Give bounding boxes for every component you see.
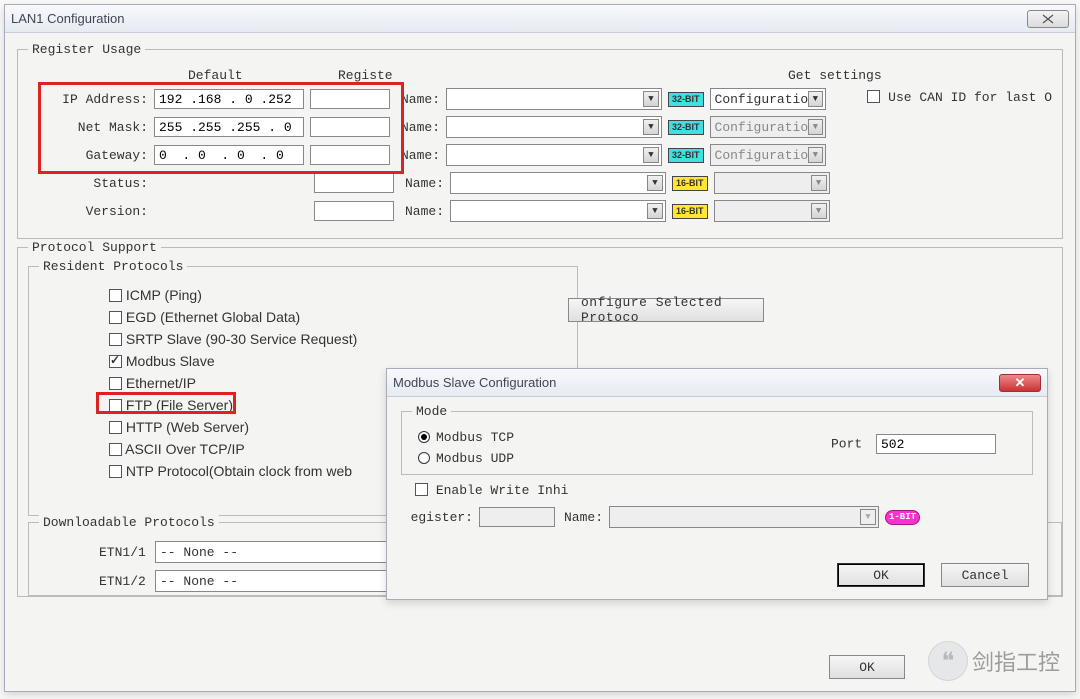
register-usage-legend: Register Usage [28,42,145,57]
mode-legend: Mode [412,404,451,419]
mode-udp-radio[interactable] [418,452,430,464]
mode-tcp-radio[interactable] [418,431,430,443]
register-input [479,507,555,527]
default-input[interactable] [154,89,304,109]
register-input[interactable] [314,201,394,221]
bit-badge: 32-BIT [668,120,704,135]
getsettings-select: Configuratio▼ [710,144,826,166]
port-input[interactable] [876,434,996,454]
reg-label: Net Mask: [28,120,148,135]
register-input[interactable] [314,173,394,193]
protocol-checkbox[interactable] [109,421,122,434]
name-label: Name: [400,176,444,191]
downloadable-protocols-legend: Downloadable Protocols [39,515,219,530]
col-getsettings: Get settings [788,68,882,83]
protocol-label: ASCII Over TCP/IP [125,441,245,457]
chevron-down-icon: ▼ [643,91,659,107]
etn2-label: ETN1/2 [99,574,149,589]
chevron-down-icon: ▼ [808,147,822,163]
protocol-support-legend: Protocol Support [28,240,161,255]
reg-label: Version: [28,204,148,219]
name-label: Name: [396,120,440,135]
protocol-checkbox[interactable] [109,465,122,478]
chevron-down-icon: ▼ [811,175,827,191]
main-close-button[interactable] [1027,10,1069,28]
name-label: Name: [396,92,440,107]
col-register: Registe [338,68,393,83]
name-select[interactable]: ▼ [446,116,662,138]
protocol-label: Ethernet/IP [126,375,196,391]
mode-tcp-label: Modbus TCP [436,430,514,445]
dialog-close-button[interactable]: ✕ [999,374,1041,392]
chevron-down-icon: ▼ [808,119,822,135]
getsettings-select[interactable]: Configuratio▼ [710,88,826,110]
getsettings-select: ▼ [714,200,830,222]
reg-label: Status: [28,176,148,191]
getsettings-select: ▼ [714,172,830,194]
main-title: LAN1 Configuration [11,11,124,26]
enable-write-checkbox[interactable] [415,483,428,496]
main-titlebar: LAN1 Configuration [5,5,1075,33]
chevron-down-icon: ▼ [647,203,663,219]
bit-badge: 16-BIT [672,176,708,191]
register-input[interactable] [310,145,390,165]
main-ok-button[interactable]: OK [829,655,905,679]
protocol-label: FTP (File Server) [126,397,233,413]
bit-badge: 16-BIT [672,204,708,219]
protocol-label: EGD (Ethernet Global Data) [126,309,300,325]
dialog-cancel-button[interactable]: Cancel [941,563,1029,587]
use-can-label: Use CAN ID for last O [888,90,1052,105]
protocol-label: NTP Protocol(Obtain clock from web [126,463,352,479]
dialog-name-label: Name: [561,510,603,525]
chevron-down-icon: ▼ [647,175,663,191]
protocol-checkbox[interactable] [109,399,122,412]
protocol-checkbox[interactable] [109,311,122,324]
protocol-checkbox[interactable] [109,443,122,456]
protocol-label: Modbus Slave [126,353,215,369]
mode-udp-label: Modbus UDP [436,451,514,466]
dialog-name-select: ▼ [609,506,879,528]
reg-label: IP Address: [28,92,148,107]
register-input[interactable] [310,89,390,109]
bit-badge: 32-BIT [668,148,704,163]
protocol-label: ICMP (Ping) [126,287,202,303]
etn1-label: ETN1/1 [99,545,149,560]
chevron-down-icon: ▼ [808,91,822,107]
name-select[interactable]: ▼ [450,200,666,222]
configure-protocol-button[interactable]: onfigure Selected Protoco [568,298,764,322]
col-default: Default [188,68,243,83]
register-input[interactable] [310,117,390,137]
dialog-title: Modbus Slave Configuration [393,375,556,390]
protocol-checkbox[interactable] [109,377,122,390]
resident-protocols-legend: Resident Protocols [39,259,187,274]
protocol-checkbox[interactable] [109,355,122,368]
default-input[interactable] [154,117,304,137]
chevron-down-icon: ▼ [860,509,876,525]
register-label: egister: [407,510,473,525]
protocol-label: HTTP (Web Server) [126,419,249,435]
protocol-checkbox[interactable] [109,289,122,302]
name-label: Name: [396,148,440,163]
protocol-label: SRTP Slave (90-30 Service Request) [126,331,357,347]
chevron-down-icon: ▼ [643,119,659,135]
enable-write-label: Enable Write Inhi [436,483,569,498]
dialog-ok-button[interactable]: OK [837,563,925,587]
name-label: Name: [400,204,444,219]
use-can-checkbox[interactable] [867,90,880,103]
chevron-down-icon: ▼ [643,147,659,163]
name-select[interactable]: ▼ [446,144,662,166]
getsettings-select: Configuratio▼ [710,116,826,138]
reg-label: Gateway: [28,148,148,163]
name-select[interactable]: ▼ [450,172,666,194]
bit-1-badge: 1-BIT [885,510,920,525]
name-select[interactable]: ▼ [446,88,662,110]
bit-badge: 32-BIT [668,92,704,107]
chevron-down-icon: ▼ [811,203,827,219]
default-input[interactable] [154,145,304,165]
protocol-checkbox[interactable] [109,333,122,346]
port-label: Port [831,437,862,452]
dialog-titlebar: Modbus Slave Configuration ✕ [387,369,1047,397]
